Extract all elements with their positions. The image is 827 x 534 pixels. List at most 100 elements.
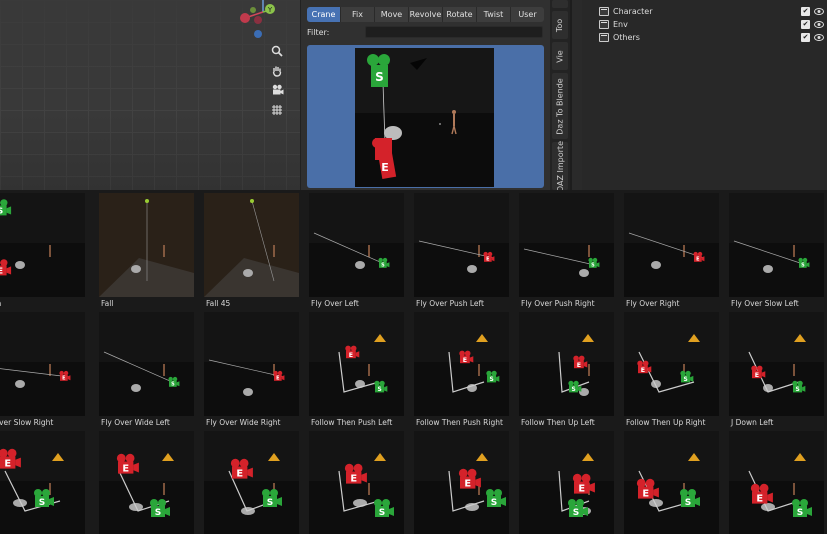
preset-preview-image: ES	[0, 431, 85, 534]
svg-text:E: E	[464, 478, 471, 489]
camera-presets-panel: Crane Fix Move Revolve Rotate Twist User…	[300, 0, 550, 190]
outliner-row-character[interactable]: Character ✔	[582, 5, 827, 18]
svg-text:S: S	[377, 387, 381, 393]
vtab-view[interactable]: Vie	[552, 42, 568, 70]
preset-preview-image	[204, 193, 299, 297]
preset-label: Fly Over Push Left	[416, 299, 484, 308]
preset-label: Follow Then Push Left	[311, 418, 393, 427]
tab-fix[interactable]: Fix	[341, 7, 375, 22]
preset-preview-image: S	[99, 312, 194, 416]
svg-text:S: S	[795, 387, 799, 393]
region-divider[interactable]	[572, 0, 582, 190]
collection-icon	[599, 33, 609, 42]
vtab-tool-2[interactable]: Too	[552, 11, 568, 39]
preset-thumbnail-grid: SEDownFallFall 45SFly Over LeftEFly Over…	[0, 190, 827, 534]
svg-text:S: S	[797, 508, 803, 518]
svg-text:S: S	[491, 498, 497, 508]
zoom-icon[interactable]	[268, 42, 286, 60]
rock-icon	[384, 126, 402, 140]
preset-preview-image: E	[624, 193, 719, 297]
svg-text:E: E	[641, 367, 645, 374]
exclude-checkbox[interactable]: ✔	[801, 20, 810, 29]
collection-icon	[599, 7, 609, 16]
tab-twist[interactable]: Twist	[477, 7, 511, 22]
svg-text:S: S	[573, 508, 579, 518]
vtab-tool[interactable]: ​	[552, 0, 568, 8]
preset-preview-image: S E	[355, 48, 494, 187]
svg-text:E: E	[350, 473, 357, 484]
svg-text:E: E	[0, 266, 3, 276]
tab-user[interactable]: User	[511, 7, 544, 22]
tab-crane[interactable]: Crane	[307, 7, 341, 22]
y-axis-label: Y	[267, 6, 273, 14]
preset-preview-frame[interactable]: S E	[307, 45, 544, 188]
camera-view-icon[interactable]	[268, 81, 286, 99]
start-camera-badge: S	[375, 70, 384, 84]
preset-preview-image: ES	[624, 312, 719, 416]
eye-icon[interactable]	[814, 7, 824, 16]
svg-text:S: S	[39, 498, 45, 508]
preset-label: Follow Then Push Right	[416, 418, 503, 427]
svg-text:S: S	[801, 263, 805, 269]
svg-text:E: E	[349, 352, 353, 359]
outliner-item-label: Character	[613, 7, 653, 16]
collection-icon	[599, 20, 609, 29]
eye-icon[interactable]	[814, 33, 824, 42]
preset-label: Fly Over Slow Left	[731, 299, 799, 308]
3d-viewport[interactable]: Y	[0, 0, 300, 190]
pan-hand-icon[interactable]	[268, 62, 286, 80]
svg-text:E: E	[578, 483, 585, 494]
preset-label: Fall 45	[206, 299, 231, 308]
vtab-daz-to-blender[interactable]: Daz To Blende	[552, 73, 568, 139]
svg-text:E: E	[236, 468, 243, 479]
svg-text:E: E	[4, 458, 11, 469]
preset-preview-image: ES	[309, 312, 404, 416]
preset-label: Fall	[101, 299, 114, 308]
svg-text:S: S	[683, 377, 687, 383]
svg-text:E: E	[463, 357, 467, 364]
preset-preview-image: ES	[309, 431, 404, 534]
preset-preview-image	[99, 193, 194, 297]
exclude-checkbox[interactable]: ✔	[801, 7, 810, 16]
svg-text:S: S	[0, 206, 3, 216]
preset-preview-image: ES	[624, 431, 719, 534]
preset-preview-image: E	[204, 312, 299, 416]
eye-icon[interactable]	[814, 20, 824, 29]
vtab-daz-importer[interactable]: DAZ Importe	[552, 141, 568, 192]
svg-text:S: S	[379, 508, 385, 518]
tab-revolve[interactable]: Revolve	[409, 7, 443, 22]
outliner-row-others[interactable]: Others ✔	[582, 31, 827, 44]
preset-preview-image: ES	[204, 431, 299, 534]
svg-text:E: E	[122, 463, 129, 474]
preset-preview-image: E	[0, 312, 85, 416]
svg-text:E: E	[755, 372, 759, 379]
outliner-item-label: Others	[613, 33, 640, 42]
preset-preview-image: ES	[414, 431, 509, 534]
tab-move[interactable]: Move	[375, 7, 409, 22]
filter-input[interactable]	[365, 26, 543, 38]
preset-label: Fly Over Right	[626, 299, 680, 308]
svg-text:E: E	[381, 161, 389, 174]
outliner-row-env[interactable]: Env ✔	[582, 18, 827, 31]
preset-preview-image: ES	[519, 431, 614, 534]
svg-text:S: S	[381, 263, 385, 269]
exclude-checkbox[interactable]: ✔	[801, 33, 810, 42]
x-axis-icon	[240, 13, 250, 23]
preset-preview-image: ES	[414, 312, 509, 416]
preset-label: Down	[0, 299, 1, 308]
preset-preview-image: S	[309, 193, 404, 297]
svg-text:S: S	[267, 498, 273, 508]
navigation-gizmo[interactable]: Y	[228, 0, 288, 45]
tab-rotate[interactable]: Rotate	[443, 7, 477, 22]
preset-label: Fly Over Push Right	[521, 299, 595, 308]
preset-preview-image: S	[729, 193, 824, 297]
preset-preview-image: ES	[729, 312, 824, 416]
preset-preview-image: SE	[0, 193, 85, 297]
filter-label: Filter:	[307, 28, 330, 37]
svg-text:S: S	[571, 387, 575, 393]
preset-preview-image: ES	[729, 431, 824, 534]
preset-preview-image: ES	[99, 431, 194, 534]
preset-label: Follow Then Up Right	[626, 418, 706, 427]
grid-view-icon[interactable]	[268, 101, 286, 119]
svg-text:S: S	[171, 382, 175, 388]
